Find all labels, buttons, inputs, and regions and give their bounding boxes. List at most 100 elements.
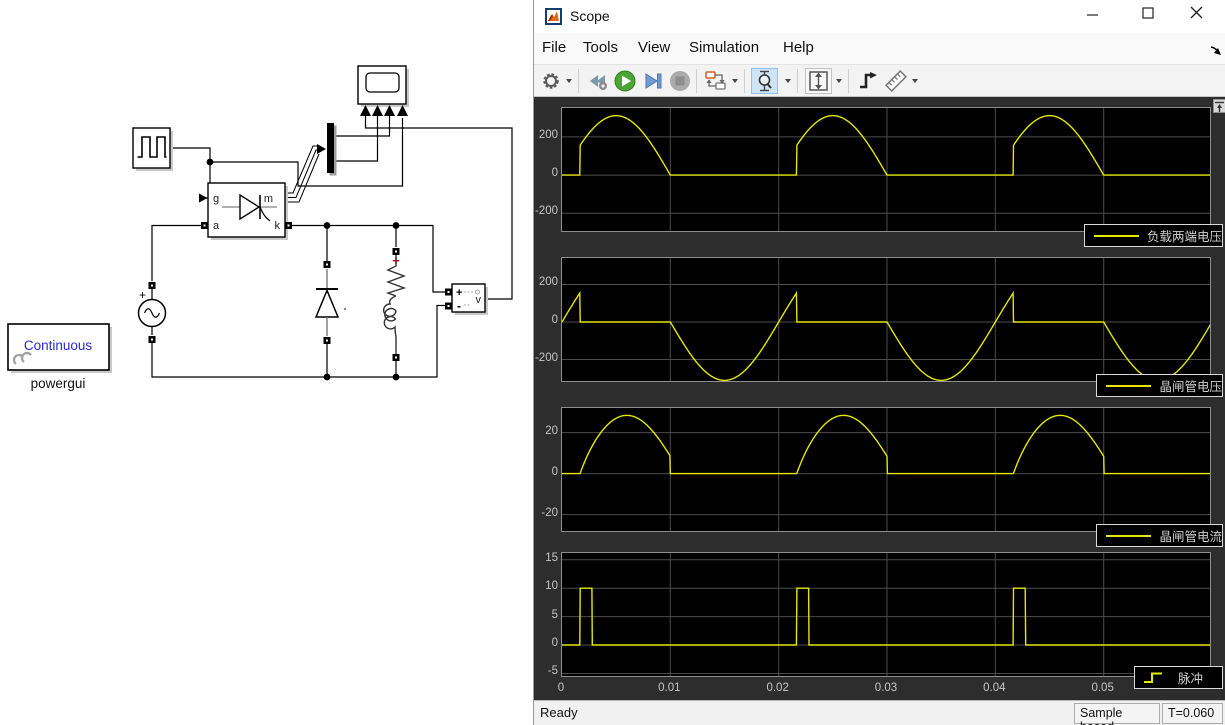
bus-arrow [317,144,326,154]
separator [578,69,579,93]
step-forward-icon[interactable] [641,69,665,93]
legend-label: 负载两端电压 [1146,230,1222,244]
ac-plus-label: + [139,288,146,302]
legend-load-voltage[interactable]: 负载两端电压 [1084,224,1223,247]
simulink-model-canvas: g a m k + + + - v Continuous powergui [0,0,533,725]
port-label-m: m [264,193,273,205]
vm-plus-label: + [456,287,462,299]
statusbar: Ready Sample based T=0.060 [534,700,1225,725]
y-tick-label: 200 [538,276,558,289]
y-tick-label: 0 [551,167,558,180]
legend-pulse[interactable]: 脉冲 [1134,666,1223,689]
y-tick-label: -200 [534,351,558,364]
scope-canvas: 负载两端电压 晶闸管电压 晶闸管电流 脉冲 200 0 -200 200 0 -200 20… [534,97,1225,700]
ruler-dropdown-arrow[interactable] [912,79,918,83]
legend-line-sample [1094,234,1139,237]
measurement-bus [285,145,320,203]
fit-view-icon[interactable] [805,68,832,94]
window-title: Scope [570,8,610,24]
menubar-overflow-icon[interactable] [1209,43,1222,61]
scope-window: Scope File Tools View Simulation Help 负载… [533,0,1225,725]
separator [797,69,798,93]
scope-plot-pulse[interactable] [561,552,1211,677]
gear-icon[interactable] [539,69,563,93]
separator [744,69,745,93]
y-tick-label: -5 [547,665,558,678]
y-tick-label: 10 [545,580,558,593]
menu-view[interactable]: View [638,39,670,56]
diode-block[interactable] [314,269,347,336]
legend-thyristor-current[interactable]: 晶闸管电流 [1096,524,1223,547]
y-tick-label: -200 [534,205,558,218]
pulse-generator-block[interactable] [132,127,173,171]
thyristor-block[interactable]: g a m k [207,182,288,240]
legend-label: 脉冲 [1178,672,1204,686]
status-message: Ready [540,705,578,720]
status-sim-time: T=0.060 [1162,703,1223,724]
toolbar [534,64,1225,97]
powergui-name-label: powergui [31,376,86,391]
menu-file[interactable]: File [542,39,566,56]
menu-simulation[interactable]: Simulation [689,39,759,56]
matlab-app-icon [545,8,562,25]
scope-plot-load-voltage[interactable] [561,107,1211,232]
menu-help[interactable]: Help [783,39,814,56]
powergui-block[interactable]: Continuous powergui [7,323,112,391]
trigger-icon[interactable] [856,69,880,93]
y-tick-label: 5 [551,608,558,621]
y-tick-label: 20 [545,424,558,437]
minimize-button[interactable] [1070,0,1115,30]
y-tick-label: 15 [545,551,558,564]
menubar: File Tools View Simulation Help [534,33,1225,64]
demux-block[interactable] [327,123,337,176]
vm-v-label: v [476,294,482,306]
gate-arrow [199,193,208,203]
scope-screen-icon [365,72,400,93]
scope-plot-thyristor-current[interactable] [561,407,1211,532]
gear-dropdown-arrow[interactable] [566,79,572,83]
x-tick-label: 0.04 [983,682,1006,694]
play-icon[interactable] [613,69,637,93]
layout-dropdown-arrow[interactable] [732,79,738,83]
legend-label: 晶闸管电压 [1159,380,1222,394]
stop-icon[interactable] [668,69,692,93]
scope-plot-thyristor-voltage[interactable] [561,257,1211,382]
x-tick-label: 0.05 [1091,682,1114,694]
close-button[interactable] [1174,0,1219,30]
port-label-a: a [213,220,220,232]
ac-voltage-source-block[interactable]: + [137,288,167,335]
scope-block[interactable] [357,65,409,116]
x-tick-label: 0.03 [874,682,898,694]
fit-view-dropdown-arrow[interactable] [836,79,842,83]
legend-label: 晶闸管电流 [1159,530,1222,544]
desktop: { "window": { "title": "Scope", "control… [0,0,1225,725]
legend-line-sample [1106,384,1152,387]
separator [848,69,849,93]
voltage-measurement-block[interactable]: + - v [451,283,488,315]
y-tick-label: -20 [541,506,558,519]
series-rl-branch-block[interactable]: + [382,253,407,361]
y-tick-label: 0 [551,637,558,650]
zoom-dropdown-arrow[interactable] [785,79,791,83]
x-tick-label: 0.02 [766,682,789,694]
x-tick-label: 0 [557,682,565,694]
vm-minus-label: - [457,299,461,313]
port-label-k: k [275,220,281,232]
y-tick-label: 200 [538,128,558,141]
x-tick-label: 0.01 [658,682,681,694]
step-back-icon[interactable] [586,69,610,93]
titlebar: Scope [534,0,1225,33]
pulse-step-icon [1144,672,1162,683]
y-tick-label: 0 [551,465,558,478]
zoom-cursor-icon[interactable] [751,68,778,94]
maximize-button[interactable] [1125,0,1170,30]
expand-plot-icon[interactable] [1213,99,1225,113]
menu-tools[interactable]: Tools [583,39,618,56]
status-sample-mode: Sample based [1074,703,1160,725]
layout-icon[interactable] [704,69,728,93]
inductor-icon [382,295,397,361]
ruler-icon[interactable] [884,69,908,93]
separator [696,69,697,93]
powergui-mode-label: Continuous [24,338,93,353]
legend-thyristor-voltage[interactable]: 晶闸管电压 [1096,374,1223,397]
